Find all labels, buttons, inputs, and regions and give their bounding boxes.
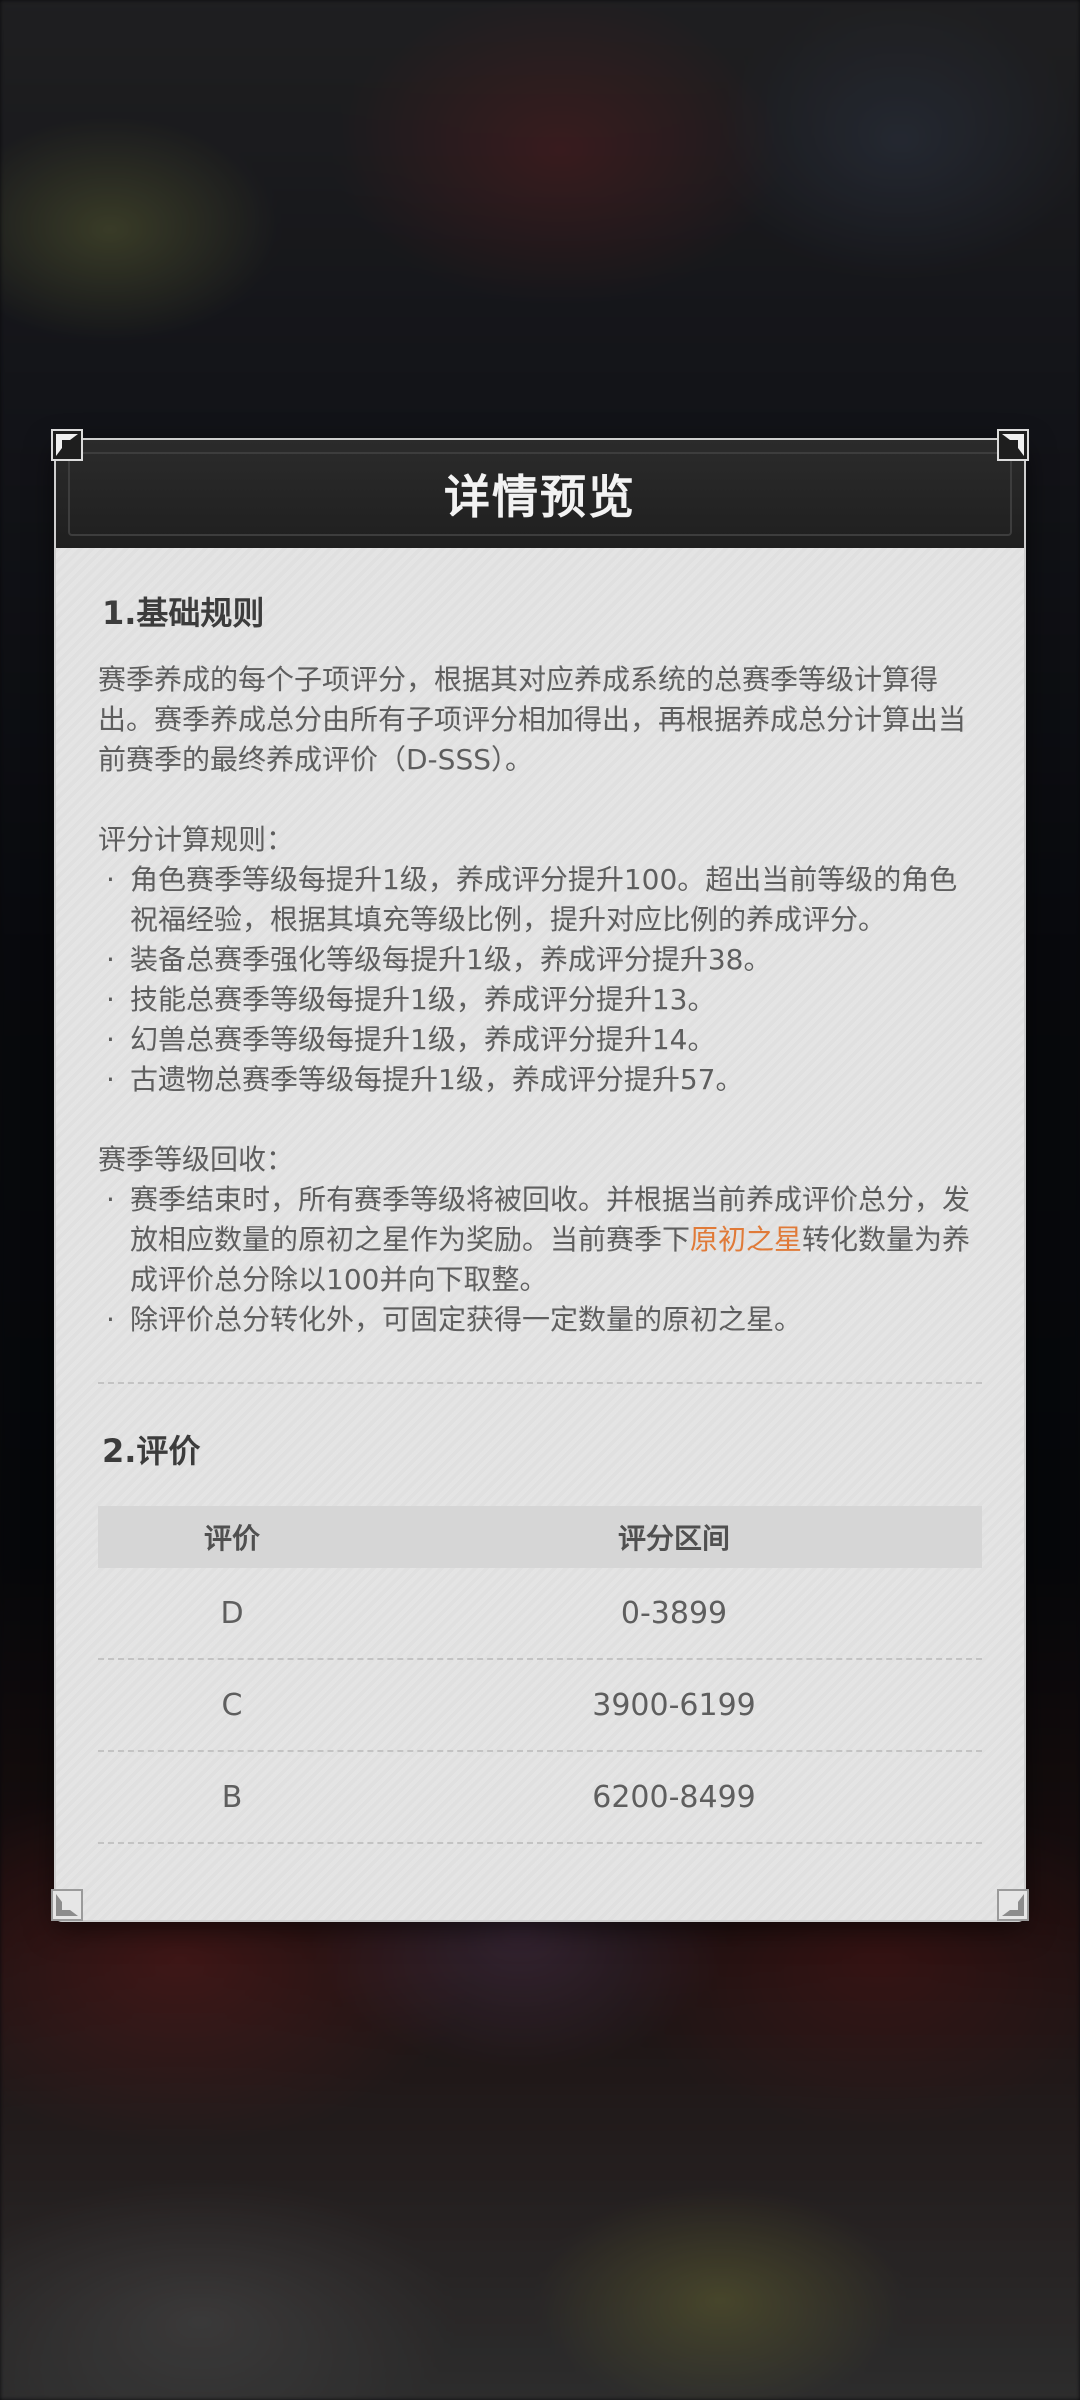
calc-rule-item: 幻兽总赛季等级每提升1级，养成评分提升14。 [98, 1020, 982, 1060]
calc-rules-list: 角色赛季等级每提升1级，养成评分提升100。超出当前等级的角色祝福经验，根据其填… [98, 860, 982, 1100]
grade-cell: B [221, 1779, 243, 1815]
dialog-scroll-content[interactable]: 1.基础规则 赛季养成的每个子项评分，根据其对应养成系统的总赛季等级计算得出。赛… [56, 548, 1024, 1920]
table-row: C 3900-6199 [98, 1660, 982, 1752]
range-cell: 0-3899 [620, 1595, 728, 1631]
dialog-title: 详情预览 [444, 470, 636, 524]
range-cell: 3900-6199 [592, 1687, 756, 1723]
calc-rule-item: 古遗物总赛季等级每提升1级，养成评分提升57。 [98, 1060, 982, 1100]
calc-rules-heading: 评分计算规则： [98, 823, 295, 856]
rating-table: 评价 评分区间 D 0-3899 C 3900-6199 B 6200-8499 [98, 1506, 982, 1844]
calc-rule-item: 装备总赛季强化等级每提升1级，养成评分提升38。 [98, 940, 982, 980]
recycle-rule-item: 除评价总分转化外，可固定获得一定数量的原初之星。 [98, 1300, 982, 1340]
section-title-text: 2.评价 [102, 1432, 201, 1470]
grade-cell: D [220, 1595, 244, 1631]
calc-rule-item: 技能总赛季等级每提升1级，养成评分提升13。 [98, 980, 982, 1020]
recycle-rules-list: 赛季结束时，所有赛季等级将被回收。并根据当前养成评价总分，发放相应数量的原初之星… [98, 1180, 982, 1340]
dialog-header: 详情预览 [56, 440, 1024, 548]
section-rating-title: 2.评价 [100, 1426, 211, 1476]
range-cell: 6200-8499 [592, 1779, 756, 1815]
column-header-range: 评分区间 [617, 1522, 730, 1555]
ornament-corner-icon [996, 428, 1030, 462]
ornament-corner-icon [50, 1888, 84, 1922]
section-basic-rules-title: 1.基础规则 [100, 588, 275, 638]
ornament-corner-icon [50, 428, 84, 462]
calc-rule-item: 角色赛季等级每提升1级，养成评分提升100。超出当前等级的角色祝福经验，根据其填… [98, 860, 982, 940]
recycle-rule-item: 赛季结束时，所有赛季等级将被回收。并根据当前养成评价总分，发放相应数量的原初之星… [98, 1180, 982, 1300]
section-divider [98, 1382, 982, 1384]
primal-star-highlight: 原初之星 [690, 1223, 803, 1256]
section-title-text: 1.基础规则 [102, 594, 265, 632]
rules-intro-text: 赛季养成的每个子项评分，根据其对应养成系统的总赛季等级计算得出。赛季养成总分由所… [98, 663, 967, 776]
details-preview-dialog: 详情预览 1.基础规则 赛季养成的每个子项评分，根据其对应养成系统的总赛季等级计… [56, 440, 1024, 1920]
table-row: D 0-3899 [98, 1568, 982, 1660]
ornament-corner-icon [996, 1888, 1030, 1922]
table-row: B 6200-8499 [98, 1752, 982, 1844]
rating-table-header: 评价 评分区间 [98, 1506, 982, 1568]
grade-cell: C [221, 1687, 243, 1723]
column-header-grade: 评价 [203, 1522, 260, 1555]
recycle-heading: 赛季等级回收： [98, 1143, 295, 1176]
